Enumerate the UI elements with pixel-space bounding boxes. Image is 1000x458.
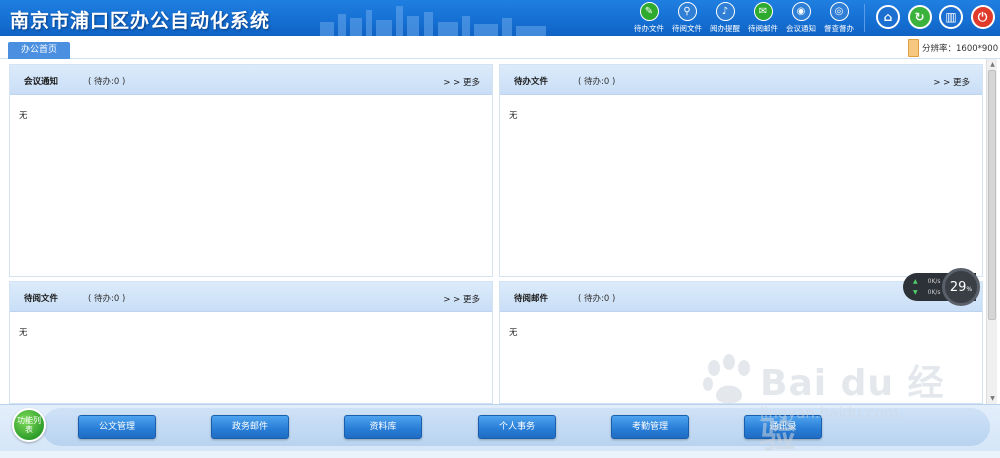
eye-icon: ◎	[829, 2, 849, 21]
app-title: 南京市浦口区办公自动化系统	[10, 10, 271, 32]
edit-icon: ✎	[639, 2, 659, 21]
books-button[interactable]: ▥	[939, 5, 963, 29]
quick-nav-label: 待阅文件	[672, 24, 702, 33]
panel-title: 待阅文件	[24, 294, 59, 304]
download-arrow-icon: ▼	[913, 289, 918, 296]
quick-nav-to-read-docs[interactable]: ⚲ 待阅文件	[668, 2, 706, 34]
module-button-document-mgmt[interactable]: 公文管理	[78, 415, 156, 439]
upload-arrow-icon: ▲	[913, 278, 918, 285]
watermark-url: jingyan.baidu.com	[760, 404, 899, 422]
quick-nav-label: 会议通知	[786, 24, 816, 33]
system-buttons: ⌂ ↻ ▥ ⏻	[876, 5, 1000, 29]
panel-header: 待办文件 ( 待办:0 ) > > 更多	[500, 65, 982, 95]
module-button-personal-affairs[interactable]: 个人事务	[478, 415, 556, 439]
module-button-gov-mail[interactable]: 政务邮件	[211, 415, 289, 439]
resolution-text: 分辨率：1600*900	[922, 44, 999, 54]
scroll-down-arrow-icon[interactable]: ▼	[989, 395, 996, 402]
bell-icon: ♪	[715, 2, 735, 21]
panel-body: 无	[19, 328, 28, 338]
panel-body: 无	[509, 111, 518, 121]
quick-nav-label: 待阅邮件	[748, 24, 778, 33]
panel-title: 待办文件	[514, 77, 549, 87]
download-speed: ▼ 0K/s	[913, 289, 941, 296]
panel-count: ( 待办:0 )	[88, 77, 126, 87]
memory-usage-gauge[interactable]: 29%	[942, 268, 980, 306]
scroll-thumb[interactable]	[988, 70, 996, 320]
broadcast-icon: ◉	[791, 2, 811, 21]
panel-to-read-docs: 待阅文件 ( 待办:0 ) > > 更多 无	[9, 281, 493, 404]
panel-pending-docs: 待办文件 ( 待办:0 ) > > 更多 无	[499, 64, 983, 277]
upload-speed-value: 0K/s	[927, 278, 941, 285]
quick-nav-to-read-mail[interactable]: ✉ 待阅邮件	[744, 2, 782, 34]
quick-nav-supervision[interactable]: ◎ 督查督办	[820, 2, 858, 34]
quick-nav-meeting-notice[interactable]: ◉ 会议通知	[782, 2, 820, 34]
more-link[interactable]: > > 更多	[443, 76, 480, 88]
panel-title: 会议通知	[24, 77, 59, 87]
header-divider	[864, 4, 865, 32]
usage-percent-unit: %	[966, 286, 973, 293]
refresh-button[interactable]: ↻	[907, 5, 932, 29]
home-button[interactable]: ⌂	[876, 5, 900, 29]
usage-percent: 29	[949, 279, 967, 295]
vertical-scrollbar[interactable]: ▲ ▼	[986, 59, 997, 404]
upload-speed: ▲ 0K/s	[913, 278, 941, 285]
quick-nav-label: 待办文件	[634, 24, 664, 33]
quick-nav: ✎ 待办文件 ⚲ 待阅文件 ♪ 阅办提醒 ✉ 待阅邮件 ◉ 会议通知 ◎ 督查督…	[630, 2, 858, 34]
logout-button[interactable]: ⏻	[970, 5, 995, 29]
function-list-button[interactable]: 功能列表	[12, 408, 46, 442]
module-button-library[interactable]: 资料库	[344, 415, 422, 439]
quick-nav-pending-docs[interactable]: ✎ 待办文件	[630, 2, 668, 34]
top-header: 南京市浦口区办公自动化系统 ✎ 待办文件 ⚲ 待阅文件 ♪ 阅办提醒 ✉ 待阅邮…	[0, 0, 1000, 36]
quick-nav-label: 阅办提醒	[710, 24, 740, 33]
tab-office-home[interactable]: 办公首页	[8, 42, 70, 59]
city-skyline-decoration	[320, 6, 546, 36]
panel-count: ( 待办:0 )	[578, 77, 616, 87]
more-link[interactable]: > > 更多	[443, 293, 480, 305]
download-speed-value: 0K/s	[927, 289, 941, 296]
home-icon: ⌂	[883, 10, 893, 24]
panel-body: 无	[19, 111, 28, 121]
panel-meeting-notice: 会议通知 ( 待办:0 ) > > 更多 无	[9, 64, 493, 277]
module-button-attendance[interactable]: 考勤管理	[611, 415, 689, 439]
more-link[interactable]: > > 更多	[933, 76, 970, 88]
power-icon: ⏻	[977, 9, 988, 24]
refresh-icon: ↻	[914, 10, 925, 24]
panel-header: 会议通知 ( 待办:0 ) > > 更多	[10, 65, 492, 95]
panel-count: ( 待办:0 )	[88, 294, 126, 304]
scroll-up-arrow-icon[interactable]: ▲	[989, 61, 996, 68]
quick-nav-label: 督查督办	[824, 24, 854, 33]
panel-title: 待阅邮件	[514, 294, 549, 304]
panel-header: 待阅文件 ( 待办:0 ) > > 更多	[10, 282, 492, 312]
baidu-jingyan-watermark: Bai du 经验 jingyan.baidu.com	[700, 342, 960, 456]
paw-logo-icon	[703, 354, 750, 404]
resolution-indicator: 分辨率：1600*900	[908, 39, 998, 57]
books-icon: ▥	[945, 10, 957, 24]
resolution-icon	[908, 39, 919, 57]
quick-nav-reminders[interactable]: ♪ 阅办提醒	[706, 2, 744, 34]
mail-icon: ✉	[753, 2, 773, 21]
panel-body: 无	[509, 328, 518, 338]
panel-count: ( 待办:0 )	[578, 294, 616, 304]
tab-strip: 办公首页	[0, 36, 1000, 59]
search-icon: ⚲	[677, 2, 697, 21]
